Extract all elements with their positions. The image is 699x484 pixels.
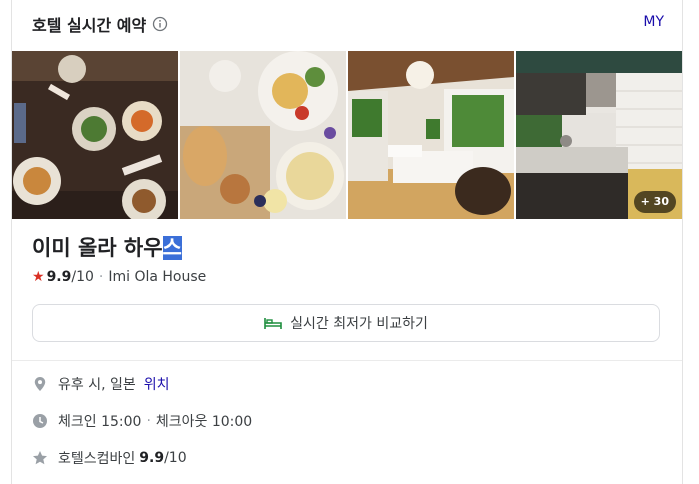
checkin-separator: · bbox=[146, 413, 151, 429]
compare-prices-button[interactable]: 실시간 최저가 비교하기 bbox=[32, 304, 660, 342]
hotel-english-name: Imi Ola House bbox=[108, 269, 207, 285]
photo-food-platter[interactable] bbox=[180, 51, 346, 219]
photo-kitchen[interactable]: + 30 bbox=[516, 51, 682, 219]
hotel-name[interactable]: 이미 올라 하우스 bbox=[32, 232, 182, 262]
star-outline-icon bbox=[33, 451, 47, 465]
clock-icon bbox=[33, 414, 47, 428]
hotel-name-selected-char: 스 bbox=[162, 236, 182, 260]
compare-prices-label: 실시간 최저가 비교하기 bbox=[290, 316, 428, 332]
my-link[interactable]: MY bbox=[643, 14, 664, 30]
bedroom-image bbox=[348, 51, 514, 219]
rating-row: ★ 9.9 /10 · Imi Ola House bbox=[32, 269, 206, 285]
checkin-time: 체크인 15:00 bbox=[58, 414, 142, 430]
photo-breakfast-table[interactable] bbox=[12, 51, 178, 219]
card-header: 호텔 실시간 예약 bbox=[32, 12, 168, 36]
info-icon[interactable] bbox=[152, 16, 168, 32]
location-pin-icon bbox=[34, 377, 46, 391]
checkin-row: 체크인 15:00 · 체크아웃 10:00 bbox=[32, 411, 252, 431]
hotel-card: 호텔 실시간 예약 MY + 30 이미 올라 하우스 ★ 9.9 /10 · … bbox=[11, 0, 683, 484]
review-max: /10 bbox=[164, 450, 187, 466]
location-text: 유후 시, 일본 bbox=[58, 377, 136, 393]
hotel-name-text: 이미 올라 하우 bbox=[32, 236, 163, 260]
location-row: 유후 시, 일본 위치 bbox=[32, 374, 170, 394]
more-photos-badge[interactable]: + 30 bbox=[633, 191, 676, 213]
location-map-link[interactable]: 위치 bbox=[144, 374, 170, 394]
separator-dot: · bbox=[98, 269, 104, 285]
review-row: 호텔스컴바인 9.9 /10 bbox=[32, 448, 187, 468]
card-title: 호텔 실시간 예약 bbox=[32, 16, 147, 35]
photo-gallery: + 30 bbox=[12, 51, 682, 219]
food-platter-image bbox=[180, 51, 346, 219]
review-score: 9.9 bbox=[139, 450, 165, 466]
section-divider bbox=[12, 360, 682, 361]
bed-icon bbox=[264, 318, 282, 329]
star-icon: ★ bbox=[32, 269, 45, 285]
photo-bedroom[interactable] bbox=[348, 51, 514, 219]
rating-score: 9.9 bbox=[46, 269, 72, 285]
breakfast-table-image bbox=[12, 51, 178, 219]
checkout-time: 체크아웃 10:00 bbox=[155, 414, 253, 430]
rating-max: /10 bbox=[71, 269, 94, 285]
review-source: 호텔스컴바인 bbox=[58, 451, 136, 467]
